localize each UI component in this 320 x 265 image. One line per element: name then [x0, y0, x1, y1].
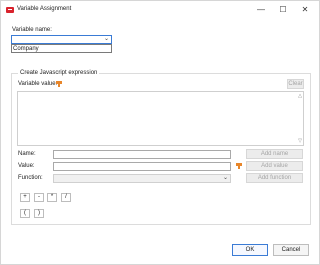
- variable-option-company[interactable]: Company: [13, 46, 39, 52]
- flag-icon: [236, 163, 242, 169]
- group-title: Create Javascript expression: [18, 70, 100, 76]
- variable-assignment-dialog: Variable Assignment — ☐ ✕ Variable name:…: [0, 0, 320, 265]
- ok-button[interactable]: OK: [232, 244, 268, 256]
- maximize-button[interactable]: ☐: [273, 3, 293, 17]
- value-label: Value:: [18, 163, 35, 169]
- operator-multiply-button[interactable]: *: [47, 193, 57, 202]
- add-name-button[interactable]: Add name: [246, 149, 303, 159]
- close-paren-button[interactable]: ): [34, 209, 44, 218]
- flag-icon: [56, 81, 62, 87]
- add-value-button[interactable]: Add value: [246, 161, 303, 171]
- operator-plus-button[interactable]: +: [20, 193, 30, 202]
- function-label: Function:: [18, 175, 43, 181]
- function-select[interactable]: ⌄: [53, 174, 231, 183]
- scroll-down-icon[interactable]: ▽: [298, 138, 302, 144]
- variable-value-textarea[interactable]: △ ▽: [17, 91, 304, 146]
- value-input[interactable]: [53, 162, 231, 171]
- variable-name-list: Company: [11, 44, 112, 53]
- scroll-up-icon[interactable]: △: [298, 93, 302, 99]
- operator-divide-button[interactable]: /: [61, 193, 71, 202]
- variable-name-dropdown[interactable]: ⌄: [11, 35, 112, 44]
- window-title: Variable Assignment: [17, 6, 72, 12]
- close-button[interactable]: ✕: [295, 3, 315, 17]
- cancel-button[interactable]: Cancel: [273, 244, 309, 256]
- name-label: Name:: [18, 151, 36, 157]
- name-input[interactable]: [53, 150, 231, 159]
- variable-value-label: Variable value:: [18, 81, 58, 87]
- open-paren-button[interactable]: (: [20, 209, 30, 218]
- variable-name-label: Variable name:: [12, 27, 52, 33]
- operator-minus-button[interactable]: -: [34, 193, 44, 202]
- minimize-button[interactable]: —: [251, 3, 271, 17]
- clear-button[interactable]: Clear: [287, 79, 304, 89]
- chevron-down-icon: ⌄: [222, 175, 228, 181]
- app-icon: [6, 7, 14, 13]
- title-bar: Variable Assignment — ☐ ✕: [1, 1, 319, 19]
- chevron-down-icon: ⌄: [103, 36, 109, 42]
- add-function-button[interactable]: Add function: [246, 173, 303, 183]
